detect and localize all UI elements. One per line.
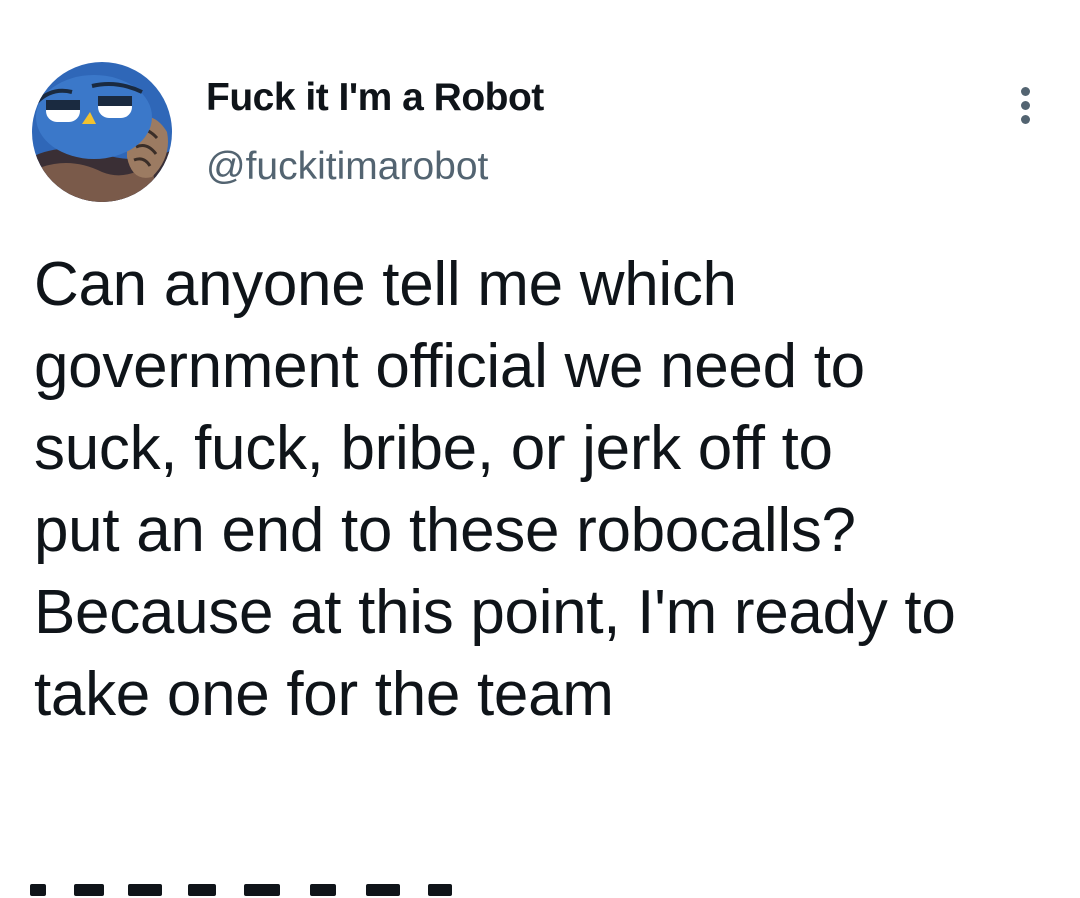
tweet-card: Fuck it I'm a Robot @fuckitimarobot Can …	[0, 0, 1080, 898]
tweet-text-line: government official we need to	[34, 332, 865, 401]
tweet-text-line: put an end to these robocalls?	[34, 496, 856, 565]
tweet-text-line: Can anyone tell me which	[34, 250, 737, 319]
author-display-name[interactable]: Fuck it I'm a Robot	[206, 76, 544, 120]
author-handle[interactable]: @fuckitimarobot	[206, 145, 488, 189]
tweet-text: Can anyone tell me which government offi…	[34, 244, 1054, 736]
tweet-text-line: take one for the team	[34, 660, 614, 729]
author-avatar[interactable]	[32, 62, 172, 202]
more-vertical-icon[interactable]	[1006, 84, 1046, 128]
tweet-text-line: Because at this point, I'm ready to	[34, 578, 956, 647]
tweet-text-line: suck, fuck, bribe, or jerk off to	[34, 414, 833, 483]
robot-face-avatar-icon	[32, 62, 172, 202]
cropped-text-line	[30, 884, 470, 898]
